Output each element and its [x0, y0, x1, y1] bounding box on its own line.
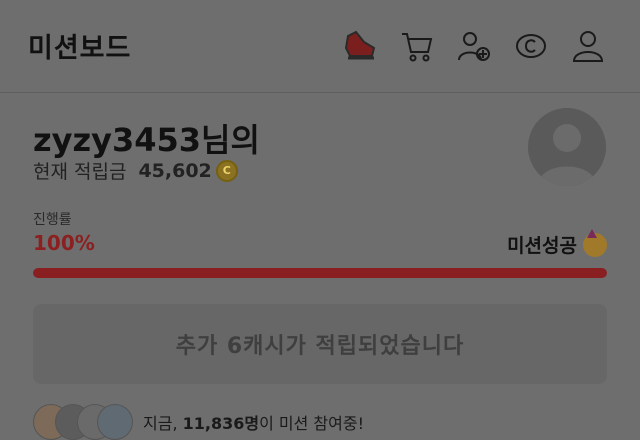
mission-status-text: 미션성공	[507, 235, 577, 257]
coin-badge-icon: C	[215, 159, 238, 182]
avatar[interactable]	[528, 108, 606, 186]
username: zyzy3453님의	[33, 121, 260, 159]
sneaker-icon[interactable]	[342, 28, 378, 64]
page-title: 미션보드	[28, 33, 132, 64]
participant-avatars	[33, 404, 133, 440]
reward-message: 추가 6캐시가 적립되었습니다	[33, 304, 607, 384]
progress-percent: 100%	[33, 231, 95, 255]
participant-avatar	[97, 404, 133, 440]
mission-status: 미션성공	[507, 228, 607, 258]
points-row: 현재 적립금 45,602 C	[33, 157, 238, 184]
coin-icon[interactable]	[513, 28, 549, 64]
progress-label: 진행률	[33, 212, 72, 228]
progress-bar	[33, 268, 607, 278]
header-divider	[0, 92, 640, 93]
participants-row: 지금, 11,836명이 미션 참여중!	[33, 404, 364, 440]
points-label: 현재 적립금	[33, 161, 127, 183]
header: 미션보드	[0, 0, 640, 92]
participants-prefix: 지금,	[143, 414, 183, 433]
add-friend-icon[interactable]	[456, 28, 492, 64]
cart-icon[interactable]	[399, 28, 435, 64]
party-face-icon	[583, 228, 607, 257]
points-value: 45,602	[138, 159, 212, 182]
progress-bar-fill	[33, 268, 607, 278]
participants-count: 11,836명	[182, 414, 260, 433]
participants-suffix: 이 미션 참여중!	[259, 414, 364, 433]
participants-text: 지금, 11,836명이 미션 참여중!	[143, 410, 364, 434]
profile-icon[interactable]	[570, 28, 606, 64]
